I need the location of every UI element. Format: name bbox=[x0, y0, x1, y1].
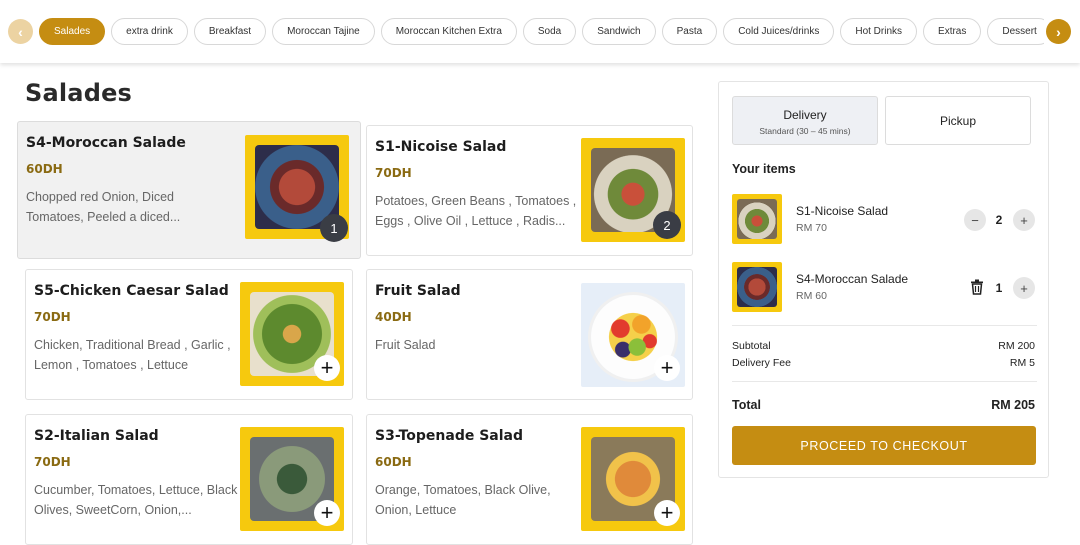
product-price: 40DH bbox=[375, 310, 412, 324]
category-tab-sandwich[interactable]: Sandwich bbox=[582, 18, 656, 45]
delivery-time: Standard (30 – 45 mins) bbox=[759, 126, 851, 136]
chevron-left-icon[interactable]: ‹ bbox=[8, 19, 33, 44]
cart-item-name: S4-Moroccan Salade bbox=[796, 272, 909, 286]
trash-icon[interactable] bbox=[966, 276, 988, 298]
category-tab-extras[interactable]: Extras bbox=[923, 18, 982, 45]
product-name: S1-Nicoise Salad bbox=[375, 139, 507, 155]
section-title: Salades bbox=[25, 79, 133, 107]
product-name: S4-Moroccan Salade bbox=[26, 135, 186, 151]
cart-item-image bbox=[732, 262, 782, 312]
cart-item: S1-Nicoise Salad RM 70 − 2 + bbox=[732, 194, 1037, 249]
subtotal-value: RM 200 bbox=[998, 340, 1035, 352]
product-price: 70DH bbox=[34, 455, 71, 469]
chevron-right-icon[interactable]: › bbox=[1046, 19, 1071, 44]
product-description: Orange, Tomatoes, Black Olive, Onion, Le… bbox=[375, 483, 551, 517]
cart-quantity-badge[interactable]: 2 bbox=[653, 211, 681, 239]
pickup-label: Pickup bbox=[939, 114, 977, 128]
product-name: S2-Italian Salad bbox=[34, 428, 159, 444]
product-card-s4-moroccan-salade[interactable]: S4-Moroccan Salade 60DH Chopped red Onio… bbox=[17, 121, 361, 259]
category-tab-breakfast[interactable]: Breakfast bbox=[193, 18, 267, 45]
cart-item: S4-Moroccan Salade RM 60 1 + bbox=[732, 262, 1037, 317]
cart-item-price: RM 60 bbox=[796, 290, 827, 302]
category-list: Salades extra drink Breakfast Moroccan Taji… bbox=[39, 18, 1044, 46]
category-tab-dessert[interactable]: Dessert bbox=[987, 18, 1044, 45]
product-card-s1-nicoise-salad[interactable]: S1-Nicoise Salad 70DH Potatoes, Green Be… bbox=[366, 125, 693, 256]
product-price: 60DH bbox=[375, 455, 412, 469]
add-to-cart-button[interactable]: + bbox=[314, 355, 340, 381]
divider bbox=[732, 381, 1037, 382]
product-description: Chopped red Onion, Diced Tomatoes, Peele… bbox=[26, 190, 181, 224]
subtotal-label: Subtotal bbox=[732, 340, 771, 352]
decrease-quantity-button[interactable]: − bbox=[964, 209, 986, 231]
delivery-tab[interactable]: Delivery Standard (30 – 45 mins) bbox=[732, 96, 878, 145]
cart-item-quantity: 1 bbox=[995, 281, 1003, 295]
product-card-s5-chicken-caesar-salad[interactable]: S5-Chicken Caesar Salad 70DH Chicken, Tr… bbox=[25, 269, 353, 400]
increase-quantity-button[interactable]: + bbox=[1013, 277, 1035, 299]
cart-item-name: S1-Nicoise Salad bbox=[796, 204, 889, 218]
delivery-fee-label: Delivery Fee bbox=[732, 357, 791, 369]
product-name: S5-Chicken Caesar Salad bbox=[34, 283, 229, 299]
add-to-cart-button[interactable]: + bbox=[314, 500, 340, 526]
product-card-fruit-salad[interactable]: Fruit Salad 40DH Fruit Salad + bbox=[366, 269, 693, 400]
product-description: Chicken, Traditional Bread , Garlic , Le… bbox=[34, 338, 231, 372]
category-tab-cold-juices[interactable]: Cold Juices/drinks bbox=[723, 18, 835, 45]
cart-panel: Delivery Standard (30 – 45 mins) Pickup … bbox=[718, 81, 1049, 478]
total-value: RM 205 bbox=[991, 398, 1035, 412]
proceed-to-checkout-button[interactable]: PROCEED TO CHECKOUT bbox=[732, 426, 1036, 465]
total-label: Total bbox=[732, 398, 761, 412]
add-to-cart-button[interactable]: + bbox=[654, 500, 680, 526]
category-tab-hot-drinks[interactable]: Hot Drinks bbox=[840, 18, 918, 45]
add-to-cart-button[interactable]: + bbox=[654, 355, 680, 381]
cart-quantity-badge[interactable]: 1 bbox=[320, 214, 348, 242]
category-bar: ‹ Salades extra drink Breakfast Moroccan Ta… bbox=[0, 0, 1080, 63]
product-price: 70DH bbox=[34, 310, 71, 324]
product-name: S3-Topenade Salad bbox=[375, 428, 524, 444]
product-description: Potatoes, Green Beans , Tomatoes , Eggs … bbox=[375, 194, 577, 228]
category-tab-pasta[interactable]: Pasta bbox=[661, 18, 718, 45]
your-items-heading: Your items bbox=[732, 162, 796, 176]
category-tab-extra-drink[interactable]: extra drink bbox=[111, 18, 188, 45]
cart-item-image bbox=[732, 194, 782, 244]
product-description: Cucumber, Tomatoes, Lettuce, Black Olive… bbox=[34, 483, 238, 517]
delivery-fee-value: RM 5 bbox=[1009, 357, 1035, 369]
product-price: 70DH bbox=[375, 166, 412, 180]
product-card-s2-italian-salad[interactable]: S2-Italian Salad 70DH Cucumber, Tomatoes… bbox=[25, 414, 353, 545]
product-price: 60DH bbox=[26, 162, 63, 176]
product-card-s3-topenade-salad[interactable]: S3-Topenade Salad 60DH Orange, Tomatoes,… bbox=[366, 414, 693, 545]
delivery-label: Delivery bbox=[783, 108, 827, 122]
category-tab-soda[interactable]: Soda bbox=[522, 18, 577, 45]
category-tab-moroccan-kitchen-extra[interactable]: Moroccan Kitchen Extra bbox=[380, 18, 517, 45]
cart-item-quantity: 2 bbox=[995, 213, 1003, 227]
increase-quantity-button[interactable]: + bbox=[1013, 209, 1035, 231]
divider bbox=[732, 325, 1037, 326]
product-name: Fruit Salad bbox=[375, 283, 461, 299]
cart-item-price: RM 70 bbox=[796, 222, 827, 234]
category-tab-moroccan-tajine[interactable]: Moroccan Tajine bbox=[272, 18, 375, 45]
category-tab-salades[interactable]: Salades bbox=[39, 18, 106, 45]
product-description: Fruit Salad bbox=[375, 338, 436, 352]
pickup-tab[interactable]: Pickup bbox=[885, 96, 1031, 145]
